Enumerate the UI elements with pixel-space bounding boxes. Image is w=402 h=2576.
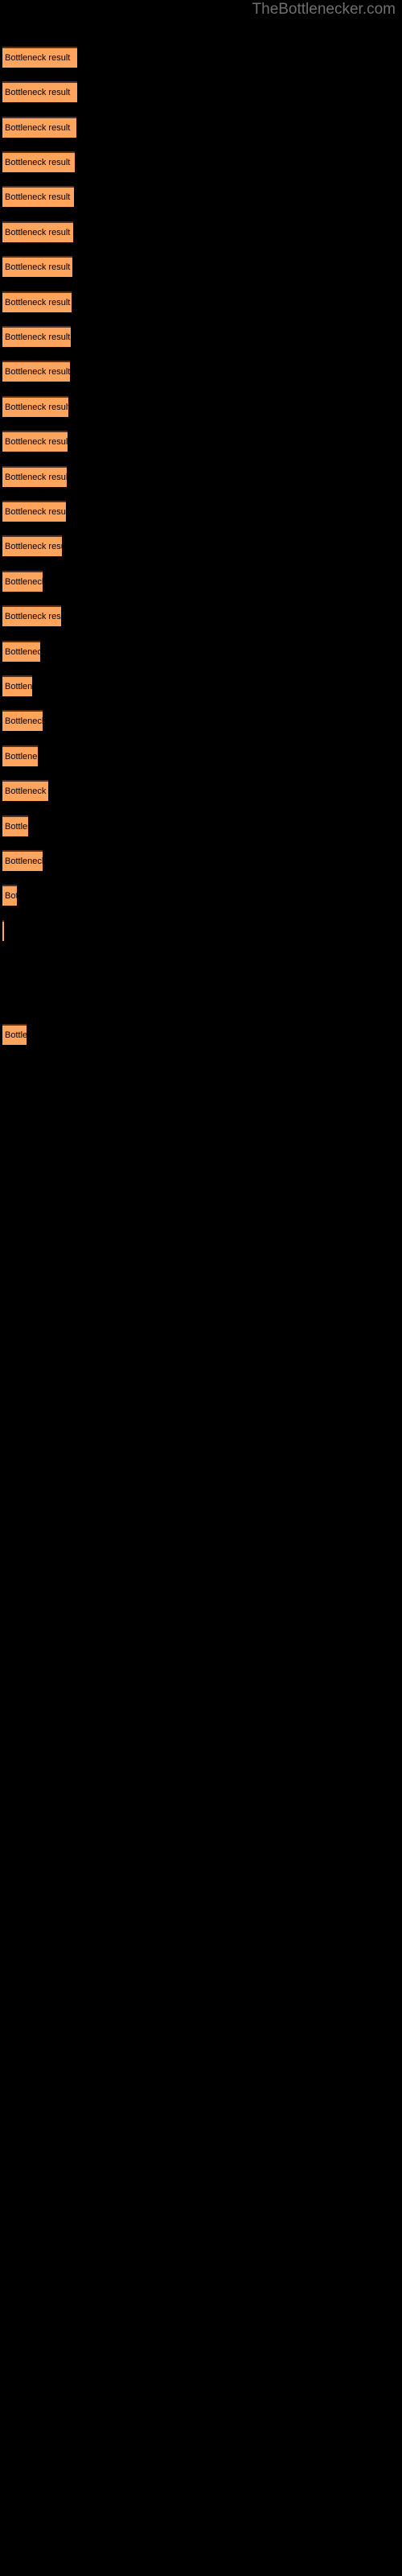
bar-clip: Bottleneck result (2, 710, 43, 731)
bar-clip: Bottleneck result (2, 641, 40, 662)
bar-clip: Bottleneck result (2, 501, 66, 522)
bar-clip: Bottleneck result (2, 605, 61, 626)
bar-6[interactable] (2, 256, 72, 277)
bar-row: Bottleneck result (0, 256, 402, 277)
bar-clip: Bottleneck result (2, 745, 38, 766)
bar-clip: Bottleneck result (2, 256, 72, 277)
bar-row: Bottleneck result (0, 641, 402, 662)
bar-clip: Bottleneck result (2, 815, 28, 836)
bar-clip: Bottleneck result (2, 1024, 27, 1045)
bar-row: Bottleneck result (0, 920, 402, 941)
bar-4[interactable] (2, 186, 74, 207)
bar-row: Bottleneck result (0, 571, 402, 592)
bar-11[interactable] (2, 431, 68, 452)
bar-row: Bottleneck result (0, 535, 402, 556)
bar-clip: Bottleneck result (2, 81, 77, 102)
bar-5[interactable] (2, 221, 73, 242)
bar-clip: Bottleneck result (2, 117, 76, 138)
bar-row: Bottleneck result (0, 605, 402, 626)
bar-row: Bottleneck result (0, 850, 402, 871)
bar-clip: Bottleneck result (2, 466, 67, 487)
bar-row: Bottleneck result (0, 885, 402, 906)
bar-clip: Bottleneck result (2, 326, 71, 347)
bar-clip: Bottleneck result (2, 850, 43, 871)
bar-24[interactable] (2, 885, 17, 906)
bar-clip: Bottleneck result (2, 885, 17, 906)
bar-9[interactable] (2, 361, 70, 382)
bar-row: Bottleneck result (0, 1024, 402, 1045)
bar-26[interactable] (2, 1024, 27, 1045)
bar-clip: Bottleneck result (2, 780, 48, 801)
bar-clip: Bottleneck result (2, 920, 4, 941)
bar-chart-plot-area: Bottleneck result Bottleneck result Bottle… (0, 0, 402, 2576)
bar-18[interactable] (2, 675, 32, 696)
bar-row: Bottleneck result (0, 326, 402, 347)
bar-clip: Bottleneck result (2, 186, 74, 207)
bar-row: Bottleneck result (0, 675, 402, 696)
bar-7[interactable] (2, 291, 72, 312)
bar-17[interactable] (2, 641, 40, 662)
bar-clip: Bottleneck result (2, 151, 75, 172)
bar-clip: Bottleneck result (2, 571, 43, 592)
bar-14[interactable] (2, 535, 62, 556)
bar-2[interactable] (2, 117, 76, 138)
bar-3[interactable] (2, 151, 75, 172)
bar-row: Bottleneck result (0, 431, 402, 452)
bar-13[interactable] (2, 501, 66, 522)
bar-20[interactable] (2, 745, 38, 766)
bar-8[interactable] (2, 326, 71, 347)
bar-row: Bottleneck result (0, 361, 402, 382)
bar-clip: Bottleneck result (2, 675, 32, 696)
bar-row: Bottleneck result (0, 221, 402, 242)
bar-23[interactable] (2, 850, 43, 871)
bar-clip: Bottleneck result (2, 291, 72, 312)
bar-clip: Bottleneck result (2, 535, 62, 556)
bar-21[interactable] (2, 780, 48, 801)
bar-row: Bottleneck result (0, 47, 402, 68)
bar-row: Bottleneck result (0, 710, 402, 731)
bar-row: Bottleneck result (0, 466, 402, 487)
bar-row: Bottleneck result (0, 117, 402, 138)
bar-row: Bottleneck result (0, 151, 402, 172)
bar-clip: Bottleneck result (2, 396, 68, 417)
bar-10[interactable] (2, 396, 68, 417)
bar-row: Bottleneck result (0, 745, 402, 766)
bar-22[interactable] (2, 815, 28, 836)
bar-row: Bottleneck result (0, 186, 402, 207)
bar-19[interactable] (2, 710, 43, 731)
bar-0[interactable] (2, 47, 77, 68)
bar-row: Bottleneck result (0, 81, 402, 102)
bar-25[interactable] (2, 920, 4, 941)
bar-clip: Bottleneck result (2, 361, 70, 382)
bar-16[interactable] (2, 605, 61, 626)
bar-clip: Bottleneck result (2, 47, 77, 68)
bar-row: Bottleneck result (0, 291, 402, 312)
bar-15[interactable] (2, 571, 43, 592)
chart-page: TheBottlenecker.com Bottleneck result Bot… (0, 0, 402, 2576)
bar-clip: Bottleneck result (2, 431, 68, 452)
bar-clip: Bottleneck result (2, 221, 73, 242)
bar-row: Bottleneck result (0, 501, 402, 522)
bar-12[interactable] (2, 466, 67, 487)
bar-row: Bottleneck result (0, 396, 402, 417)
bar-row: Bottleneck result (0, 780, 402, 801)
bar-1[interactable] (2, 81, 77, 102)
bar-row: Bottleneck result (0, 815, 402, 836)
